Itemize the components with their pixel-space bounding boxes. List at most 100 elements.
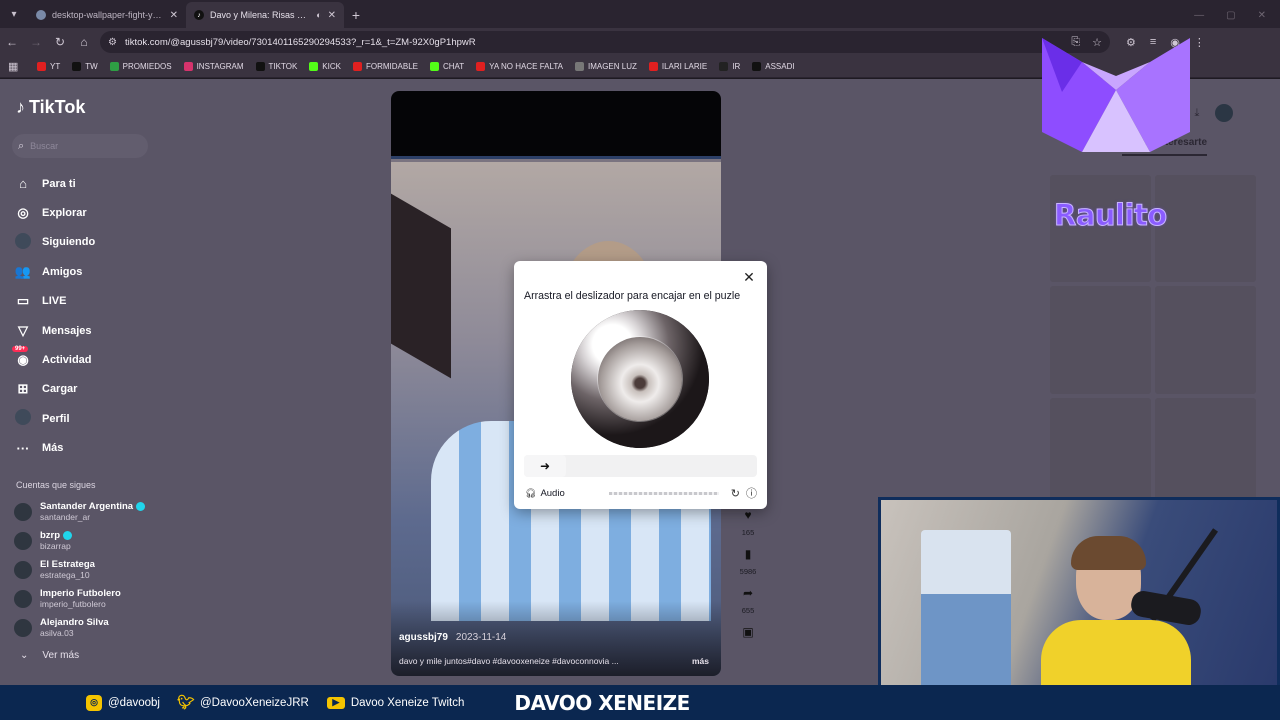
following-account[interactable]: El Estratega estratega_10	[14, 555, 184, 584]
reload-icon[interactable]: ↻	[48, 30, 72, 54]
search-input[interactable]: ⌕ Buscar	[12, 134, 148, 158]
avatar	[14, 589, 32, 608]
video-description: davo y mile juntos#davo #davooxeneize #d…	[399, 656, 619, 666]
download-icon[interactable]: ⤓	[1194, 107, 1199, 120]
browser-tab-strip: ▾ desktop-wallpaper-fight-yellow ✕ ♪ Dav…	[0, 0, 1280, 28]
twitter-link: 🐦︎ @DavooXeneizeJRR	[177, 694, 309, 711]
close-window-icon[interactable]: ✕	[1258, 10, 1266, 21]
following-account[interactable]: bzrp bizarrap	[14, 526, 184, 555]
user-avatar[interactable]	[1215, 104, 1234, 122]
bookmark-label: FORMIDABLE	[365, 62, 418, 71]
browser-tab-active[interactable]: ♪ Davo y Milena: Risas en el C ◐ ✕	[186, 2, 344, 28]
sidebar-item-más[interactable]: ··· Más	[14, 434, 174, 463]
share-button[interactable]: ➦ 655	[737, 582, 759, 615]
sidebar-item-para-ti[interactable]: ⌂ Para ti	[14, 169, 174, 198]
bookmark-item[interactable]: TIKTOK	[251, 62, 303, 71]
video-top-band	[391, 91, 721, 159]
bookmark-item[interactable]: YA NO HACE FALTA	[471, 62, 568, 71]
browser-tab[interactable]: desktop-wallpaper-fight-yellow ✕	[28, 2, 186, 28]
sidebar-item-perfil[interactable]: Perfil	[14, 404, 174, 433]
webcam-feed	[878, 497, 1280, 690]
tab-close-icon[interactable]: ✕	[328, 10, 336, 21]
recommended-video[interactable]	[1155, 286, 1256, 394]
site-info-icon[interactable]: ⚙	[108, 37, 117, 48]
bookmark-item[interactable]: TW	[67, 62, 102, 71]
tab-title: desktop-wallpaper-fight-yellow	[52, 10, 164, 20]
address-bar[interactable]: ⚙ tiktok.com/@agussbj79/video/7301401165…	[100, 31, 1110, 53]
tiktok-note-icon: ♪	[16, 97, 25, 117]
sidebar-item-explorar[interactable]: ◎ Explorar	[14, 198, 174, 227]
bookmark-label: KICK	[322, 62, 341, 71]
bookmark-item[interactable]: PROMIEDOS	[105, 62, 177, 71]
tiktok-logo[interactable]: ♪ TikTok	[16, 97, 85, 118]
embed-button[interactable]: ▣	[737, 621, 759, 643]
bookmark-item[interactable]: IMAGEN LUZ	[570, 62, 642, 71]
account-handle: bizarrap	[40, 541, 71, 551]
following-account[interactable]: Santander Argentina santander_ar	[14, 497, 184, 526]
sidebar-item-live[interactable]: ▭ LIVE	[14, 287, 174, 316]
tab-close-icon[interactable]: ✕	[170, 10, 178, 21]
verified-badge-icon	[63, 531, 73, 540]
sidebar-item-cargar[interactable]: ⊞ Cargar	[14, 375, 174, 404]
bookmark-favicon-icon	[429, 62, 439, 71]
bookmark-item[interactable]: YT	[32, 62, 65, 71]
info-icon[interactable]: ⓘ	[746, 485, 757, 501]
home-icon[interactable]: ⌂	[72, 30, 96, 54]
captcha-fine-print	[608, 491, 719, 495]
recommended-video[interactable]	[1155, 397, 1256, 505]
sidebar-item-label: Siguiendo	[42, 236, 96, 249]
maximize-icon[interactable]: ▢	[1226, 10, 1235, 21]
account-name: Santander Argentina	[40, 501, 134, 512]
tab-search-icon[interactable]: ▾	[0, 0, 28, 28]
sidebar-item-actividad[interactable]: ◉ 99+ Actividad	[12, 345, 174, 374]
account-name: bzrp	[40, 530, 61, 541]
bookmark-button[interactable]: ▮ 5986	[737, 543, 759, 576]
recommended-video[interactable]	[1155, 175, 1256, 283]
following-account[interactable]: Alejandro Silva asilva.03	[14, 613, 184, 642]
video-author[interactable]: agussbj79	[399, 632, 448, 643]
bookmark-label: CHAT	[442, 62, 465, 71]
back-icon[interactable]: ←	[0, 30, 24, 54]
following-account[interactable]: Imperio Futbolero imperio_futbolero	[14, 584, 184, 613]
tab-title: Davo y Milena: Risas en el C	[210, 10, 310, 20]
bookmark-item[interactable]: FORMIDABLE	[348, 62, 423, 71]
sidebar-item-siguiendo[interactable]: Siguiendo	[14, 228, 174, 257]
account-handle: asilva.03	[40, 628, 74, 638]
minimize-icon[interactable]: —	[1194, 10, 1204, 21]
close-icon[interactable]: ✕	[741, 269, 757, 285]
forward-icon[interactable]: →	[24, 30, 48, 54]
action-count: 655	[741, 606, 755, 615]
bookmark-item[interactable]: IR	[714, 62, 745, 71]
refresh-icon[interactable]: ↻	[731, 487, 740, 500]
video-more-link[interactable]: más	[692, 656, 709, 666]
sidebar-item-label: Perfil	[42, 412, 70, 425]
captcha-slider[interactable]: ➜	[524, 455, 757, 477]
see-more-link[interactable]: ⌄ Ver más	[20, 650, 79, 661]
slider-handle[interactable]: ➜	[524, 455, 566, 477]
video-author-row: agussbj79 2023-11-14	[399, 632, 506, 643]
notification-badge: 99+	[12, 346, 29, 353]
apps-grid-icon[interactable]: ▦	[8, 60, 30, 73]
tab-audio-icon[interactable]: ◐	[316, 10, 321, 20]
activity-icon: ◉ 99+	[12, 346, 32, 368]
action-count: 165	[741, 528, 755, 537]
bookmark-item[interactable]: ILARI LARIE	[644, 62, 712, 71]
sidebar-item-mensajes[interactable]: ▽ Mensajes	[14, 316, 174, 345]
stream-brand: DAVOO XENEIZE	[514, 690, 690, 715]
bookmark-item[interactable]: INSTAGRAM	[179, 62, 249, 71]
headphones-icon[interactable]: 🎧︎	[525, 488, 536, 499]
sidebar-item-label: Cargar	[42, 383, 78, 396]
bookmark-item[interactable]: ASSADI	[747, 62, 799, 71]
bookmark-item[interactable]: CHAT	[425, 62, 469, 71]
recommended-video[interactable]	[1050, 397, 1151, 505]
bookmark-item[interactable]: KICK	[304, 62, 346, 71]
bookmark-label: YA NO HACE FALTA	[489, 62, 563, 71]
streamer-shirt	[1041, 620, 1191, 687]
bookmark-favicon-icon	[37, 62, 46, 71]
messages-icon: ▽	[18, 322, 28, 338]
new-tab-button[interactable]: +	[344, 2, 368, 28]
audio-button[interactable]: Audio	[540, 488, 564, 499]
sidebar-item-amigos[interactable]: 👥 Amigos	[14, 257, 174, 286]
recommended-video[interactable]	[1050, 286, 1151, 394]
menu-icon[interactable]: ⋮	[1194, 36, 1205, 49]
